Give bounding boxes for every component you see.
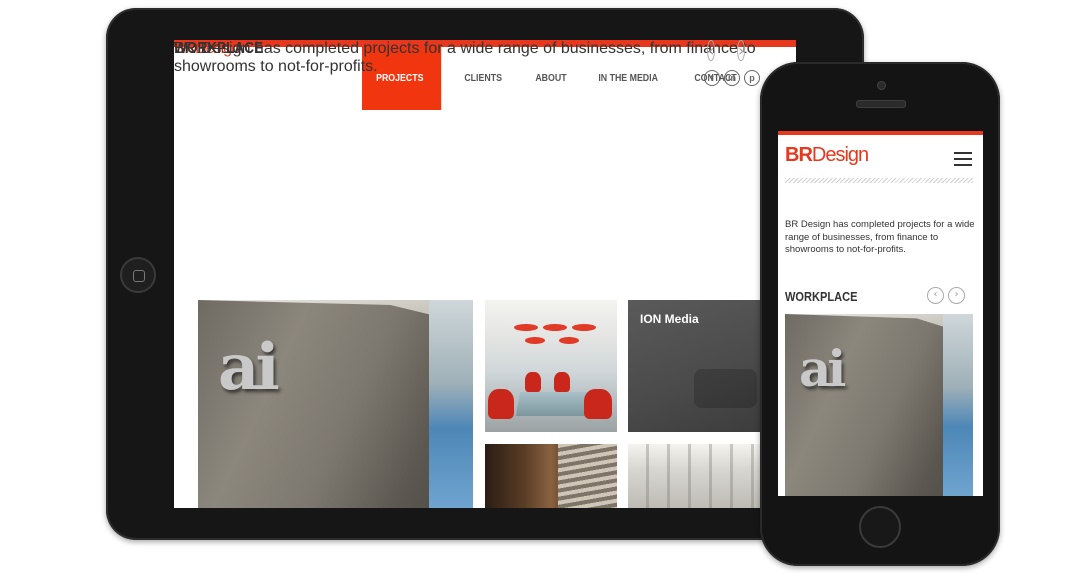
section-title: WORKPLACE <box>785 289 858 304</box>
brand-logo[interactable]: BRDesign <box>785 144 869 167</box>
next-arrow-icon[interactable]: › <box>948 287 965 304</box>
prev-arrow-icon[interactable]: ‹ <box>927 287 944 304</box>
intro-text: BR Design has completed projects for a w… <box>174 40 756 75</box>
project-tile-ion-media[interactable]: ION Media <box>628 300 768 432</box>
project-tile-workplace[interactable]: ai <box>198 300 473 508</box>
project-tile-lobby[interactable] <box>485 444 617 508</box>
camera-icon <box>877 81 886 90</box>
project-tile-workplace[interactable]: ai <box>785 314 973 496</box>
phone-screen: BRDesign BR Design has completed project… <box>778 131 983 496</box>
tile-caption: ION Media <box>640 312 699 326</box>
speaker-grille <box>856 100 906 108</box>
top-accent-bar <box>778 131 983 135</box>
wall-logo-mark: ai <box>218 330 280 405</box>
project-tile-atrium[interactable] <box>628 444 768 508</box>
wall-logo-mark: ai <box>799 339 846 398</box>
intro-text: BR Design has completed projects for a w… <box>785 219 975 255</box>
section-title: WORKPLACE <box>174 40 264 57</box>
hamburger-menu-icon[interactable] <box>954 152 972 167</box>
project-tile-conference[interactable] <box>485 300 617 432</box>
tablet-screen: BRDesign PROJECTS CLIENTS ABOUT IN THE M… <box>174 40 796 508</box>
phone-home-button[interactable] <box>859 506 901 548</box>
hatched-divider <box>785 178 973 183</box>
tablet-home-button[interactable] <box>120 257 156 293</box>
